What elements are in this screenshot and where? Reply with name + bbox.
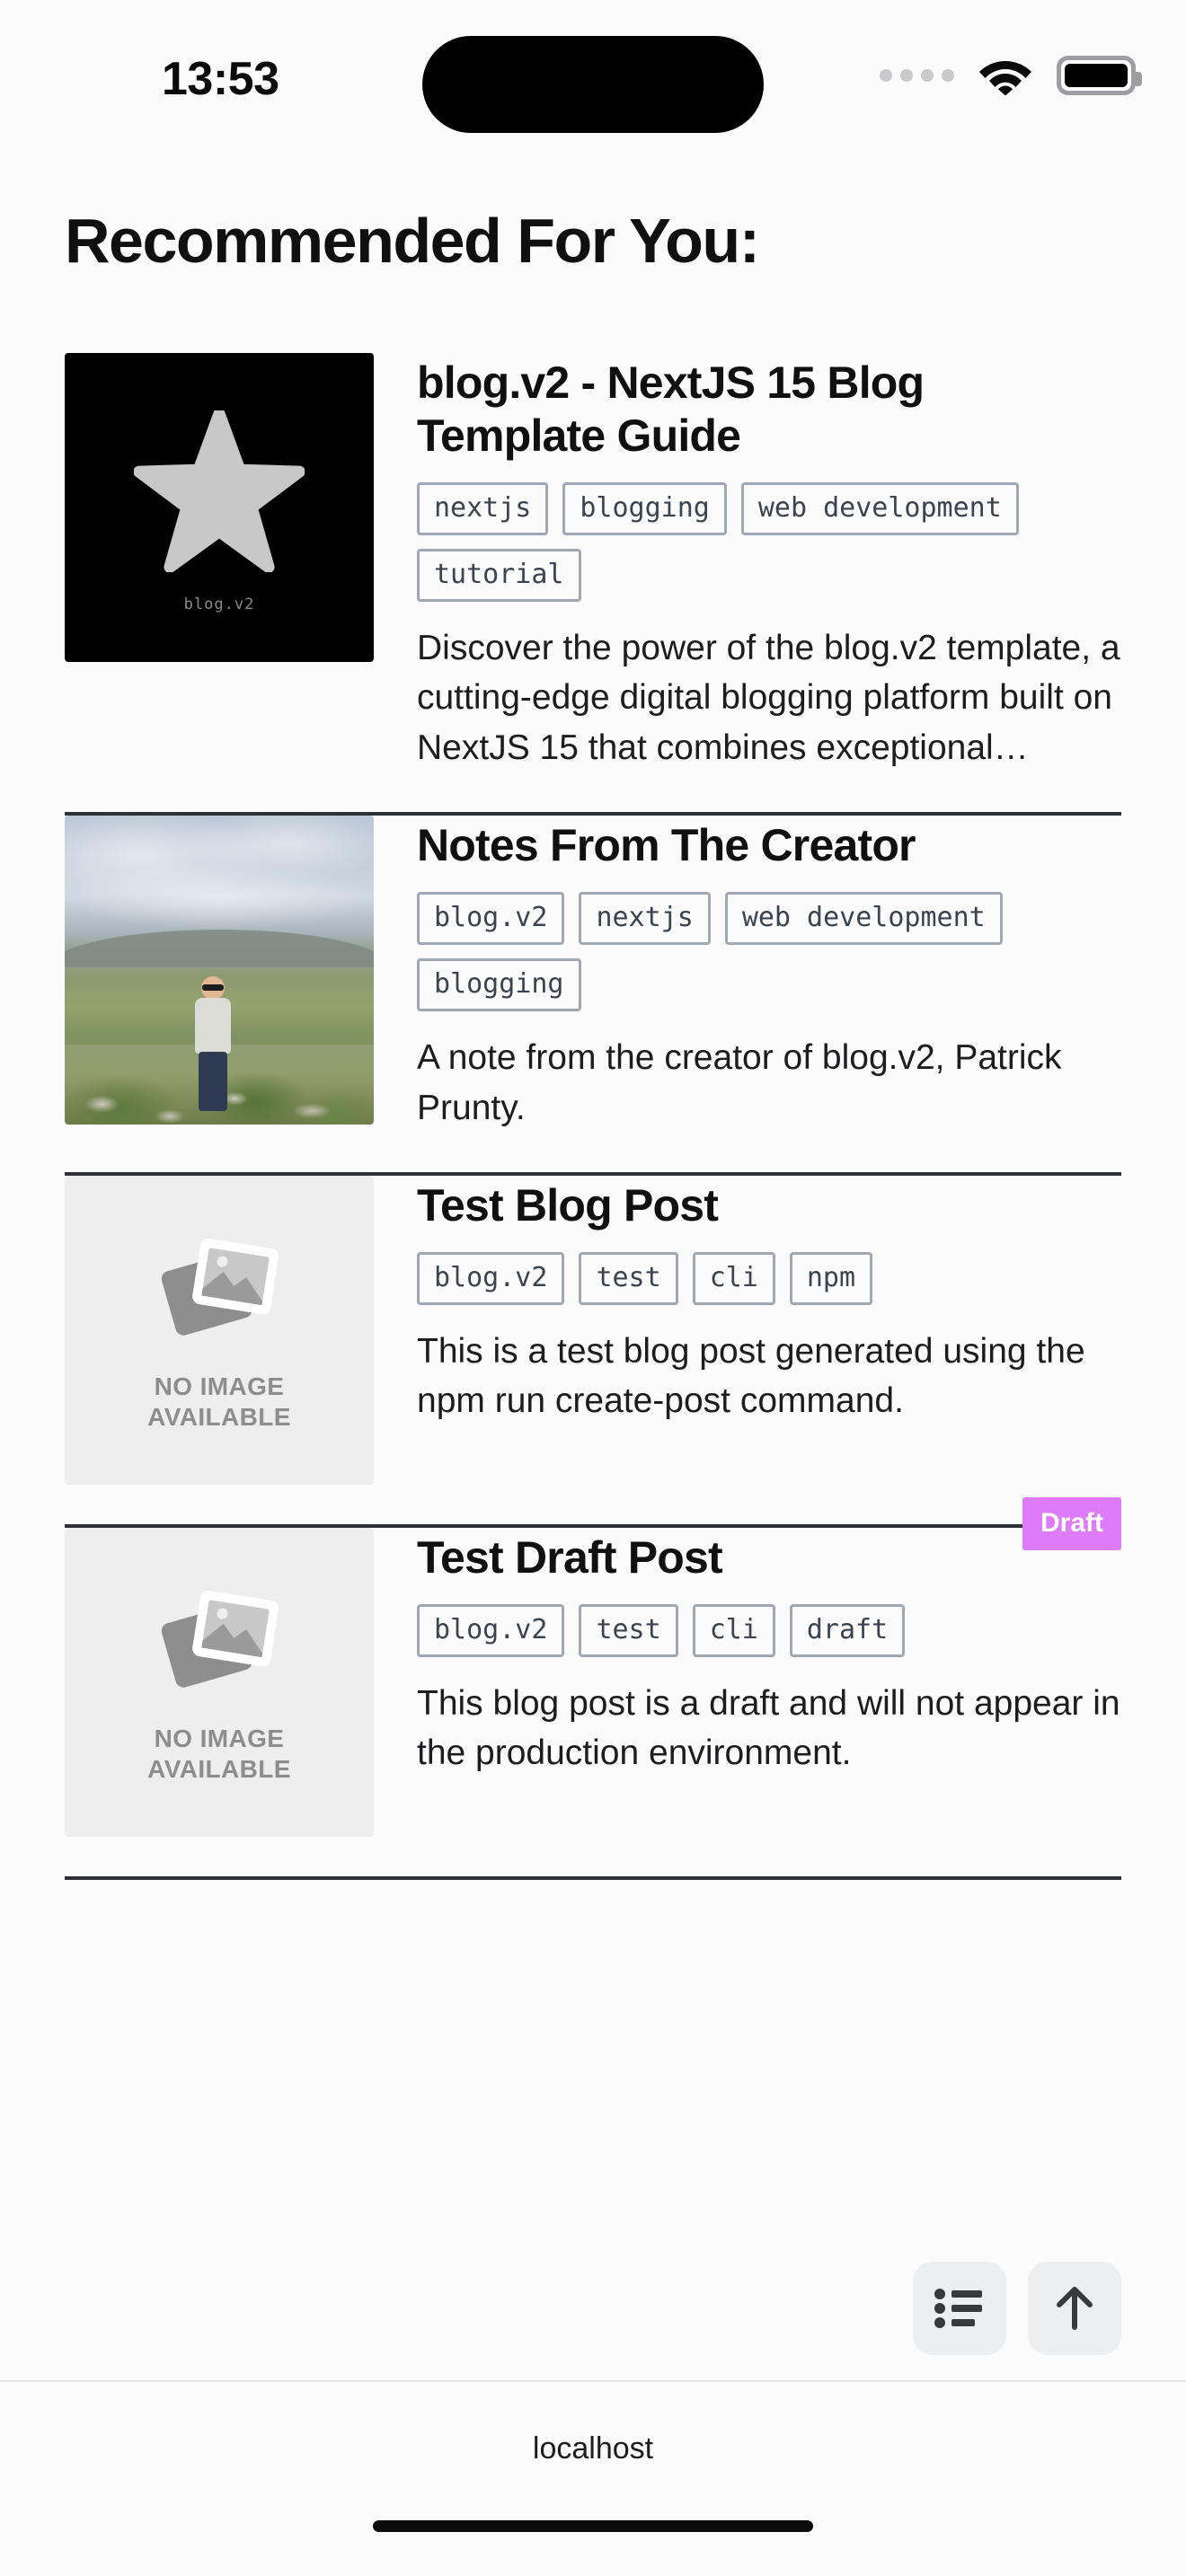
post-title[interactable]: Test Draft Post	[417, 1531, 1121, 1584]
main-content: Recommended For You: blog.v2 blog.v2 - N…	[0, 160, 1186, 2380]
post-title[interactable]: blog.v2 - NextJS 15 Blog Template Guide	[417, 357, 1121, 463]
dynamic-island	[422, 36, 764, 133]
tag[interactable]: tutorial	[417, 549, 581, 602]
tag[interactable]: nextjs	[417, 482, 549, 535]
tag[interactable]: blogging	[417, 958, 581, 1012]
list-bullet-icon	[934, 2289, 982, 2328]
post-title[interactable]: Notes From The Creator	[417, 819, 1121, 872]
browser-footer: localhost	[0, 2380, 1186, 2515]
home-indicator-area	[0, 2515, 1186, 2576]
recommended-posts-list: blog.v2 blog.v2 - NextJS 15 Blog Templat…	[65, 353, 1121, 1880]
status-bar: 13:53	[0, 0, 1186, 160]
post-thumbnail[interactable]: NO IMAGE AVAILABLE	[65, 1527, 374, 1837]
no-image-icon	[161, 1239, 279, 1336]
star-logo-icon	[65, 353, 374, 662]
signal-dots-icon	[880, 69, 954, 82]
post-tags: blog.v2 test cli npm	[417, 1251, 1121, 1305]
tag[interactable]: nextjs	[579, 892, 711, 946]
no-image-line2: AVAILABLE	[147, 1403, 291, 1432]
table-of-contents-button[interactable]	[913, 2262, 1006, 2355]
divider	[65, 1875, 1121, 1880]
list-item[interactable]: NO IMAGE AVAILABLE Draft Test Draft Post…	[65, 1496, 1121, 1876]
battery-full-icon	[1057, 56, 1142, 95]
tag[interactable]: blog.v2	[417, 1603, 565, 1657]
floating-action-buttons	[913, 2262, 1121, 2355]
page-title: Recommended For You:	[65, 206, 760, 276]
post-thumbnail[interactable]: NO IMAGE AVAILABLE	[65, 1175, 374, 1485]
tag[interactable]: cli	[692, 1603, 775, 1657]
phone-screen: 13:53 Recommended For You: blog.v2 blog.…	[0, 0, 1186, 2576]
no-image-text: NO IMAGE AVAILABLE	[147, 1724, 291, 1785]
tag[interactable]: cli	[692, 1251, 775, 1305]
post-tags: blog.v2 test cli draft	[417, 1603, 1121, 1657]
list-item[interactable]: NO IMAGE AVAILABLE Test Blog Post blog.v…	[65, 1175, 1121, 1524]
status-bar-indicators	[880, 56, 1142, 95]
url-bar[interactable]: localhost	[533, 2431, 653, 2466]
post-title[interactable]: Test Blog Post	[417, 1179, 1121, 1232]
no-image-line1: NO IMAGE	[154, 1725, 285, 1753]
photo-image	[65, 816, 374, 1125]
post-excerpt: Discover the power of the blog.v2 templa…	[417, 629, 1120, 767]
no-image-line2: AVAILABLE	[147, 1755, 291, 1784]
post-body: Test Blog Post blog.v2 test cli npm This…	[417, 1176, 1121, 1426]
post-thumbnail[interactable]	[65, 816, 374, 1125]
status-badge: Draft	[1022, 1496, 1121, 1550]
tag[interactable]: blog.v2	[417, 892, 565, 946]
scroll-to-top-button[interactable]	[1028, 2262, 1121, 2355]
list-item[interactable]: Notes From The Creator blog.v2 nextjs we…	[65, 816, 1121, 1172]
post-thumbnail[interactable]: blog.v2	[65, 353, 374, 662]
post-tags: blog.v2 nextjs web development blogging	[417, 892, 1121, 1012]
tag[interactable]: test	[579, 1251, 678, 1305]
tag[interactable]: draft	[789, 1603, 906, 1657]
post-tags: nextjs blogging web development tutorial	[417, 482, 1121, 602]
tag[interactable]: blog.v2	[417, 1251, 565, 1305]
person-figure	[193, 976, 233, 1111]
arrow-up-icon	[1057, 2287, 1093, 2330]
post-excerpt: A note from the creator of blog.v2, Patr…	[417, 1038, 1062, 1127]
no-image-text: NO IMAGE AVAILABLE	[147, 1372, 291, 1433]
tag[interactable]: web development	[740, 482, 1019, 535]
tag[interactable]: npm	[789, 1251, 873, 1305]
post-body: Draft Test Draft Post blog.v2 test cli d…	[417, 1496, 1121, 1778]
status-bar-clock: 13:53	[162, 53, 279, 105]
tag[interactable]: web development	[724, 892, 1003, 946]
thumbnail-caption: blog.v2	[183, 595, 255, 613]
post-excerpt: This is a test blog post generated using…	[417, 1331, 1085, 1421]
home-indicator	[373, 2520, 813, 2532]
wifi-icon	[979, 61, 1031, 95]
no-image-line1: NO IMAGE	[154, 1372, 285, 1401]
tag[interactable]: test	[579, 1603, 678, 1657]
post-excerpt: This blog post is a draft and will not a…	[417, 1683, 1120, 1773]
no-image-icon	[161, 1591, 279, 1688]
tag[interactable]: blogging	[562, 482, 727, 535]
list-item[interactable]: blog.v2 blog.v2 - NextJS 15 Blog Templat…	[65, 353, 1121, 812]
post-body: Notes From The Creator blog.v2 nextjs we…	[417, 816, 1121, 1133]
post-body: blog.v2 - NextJS 15 Blog Template Guide …	[417, 353, 1121, 772]
